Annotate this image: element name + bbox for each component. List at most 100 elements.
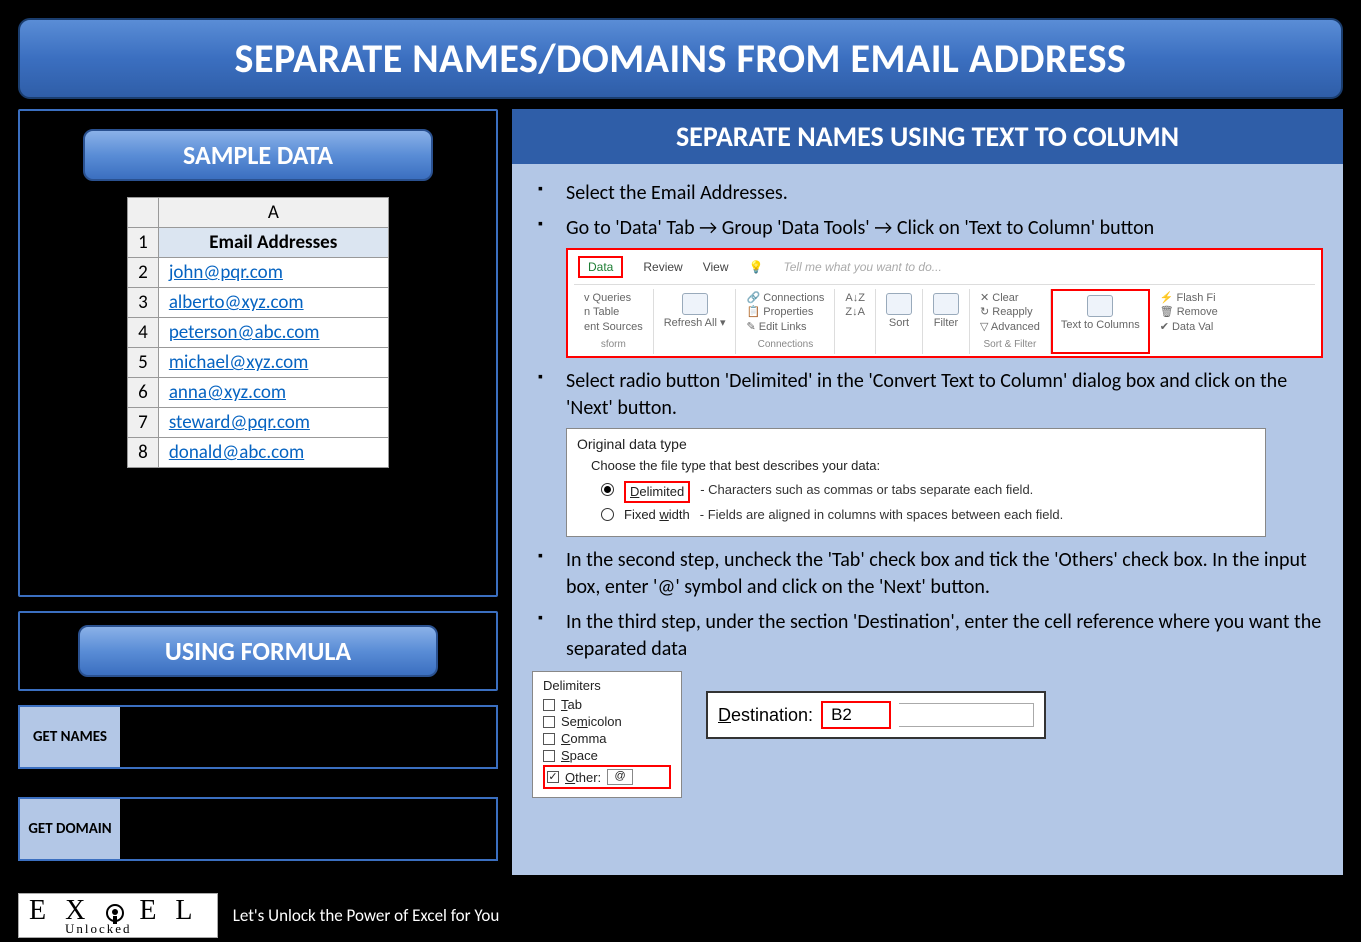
ribbon-item-label: Refresh All ▾	[664, 317, 726, 329]
row-header: 7	[128, 408, 159, 438]
ribbon-item[interactable]: ✔ Data Val	[1160, 320, 1218, 334]
email-cell: steward@pqr.com	[158, 408, 388, 438]
ribbon-item[interactable]: 🗑 Remove	[1160, 305, 1218, 319]
email-cell: michael@xyz.com	[158, 348, 388, 378]
delim-comma[interactable]: Comma	[543, 731, 671, 746]
text-to-columns-icon	[1087, 295, 1113, 317]
row-header: 1	[128, 228, 159, 258]
get-domain-body	[120, 799, 496, 859]
sort-desc-button[interactable]: Z↓A	[845, 305, 865, 319]
fixed-width-label: Fixed width	[624, 506, 690, 524]
original-data-type-dialog: Original data type Choose the file type …	[566, 428, 1266, 538]
row-header: 5	[128, 348, 159, 378]
using-formula-title: USING FORMULA	[78, 625, 438, 677]
delimiters-title: Delimiters	[543, 678, 671, 693]
ribbon-item[interactable]: 🔗 Connections	[746, 291, 824, 305]
sample-data-table: A 1 Email Addresses 2 john@pqr.com 3 alber…	[127, 197, 389, 468]
row-header: 2	[128, 258, 159, 288]
column-header-a: A	[158, 198, 388, 228]
sample-data-title: SAMPLE DATA	[83, 129, 433, 181]
keyhole-icon	[106, 904, 124, 922]
right-title: SEPARATE NAMES USING TEXT TO COLUMN	[512, 109, 1343, 164]
destination-input[interactable]: B2	[821, 701, 891, 729]
step-1: Select the Email Addresses.	[532, 180, 1323, 207]
delimiters-dialog: Delimiters Tab Semicolon Comma Space Oth…	[532, 671, 682, 798]
email-link[interactable]: donald@abc.com	[169, 441, 304, 464]
refresh-icon	[682, 293, 708, 315]
ribbon-group-sort: A↓Z Z↓A	[835, 289, 876, 353]
step-2b: Group 'Data Tools'	[722, 216, 874, 240]
dialog-subtitle: Choose the file type that best describes…	[591, 457, 1255, 475]
ribbon-item[interactable]: v Queries	[584, 291, 643, 305]
right-body: Select the Email Addresses. Go to 'Data'…	[512, 164, 1343, 875]
right-column: SEPARATE NAMES USING TEXT TO COLUMN Sele…	[512, 109, 1343, 875]
ribbon-filter-button[interactable]: Filter	[923, 289, 970, 353]
step-5: In the third step, under the section 'De…	[532, 609, 1323, 663]
email-link[interactable]: alberto@xyz.com	[169, 291, 304, 314]
step-4: In the second step, uncheck the 'Tab' ch…	[532, 547, 1323, 601]
delim-space[interactable]: Space	[543, 748, 671, 763]
fixed-width-radio[interactable]	[601, 508, 614, 521]
ribbon-group-label: Connections	[746, 338, 824, 352]
email-link[interactable]: michael@xyz.com	[169, 351, 309, 374]
ribbon-item[interactable]: ↻ Reapply	[980, 305, 1040, 319]
ribbon-item[interactable]: ✕ Clear	[980, 291, 1040, 305]
email-link[interactable]: john@pqr.com	[169, 261, 283, 284]
delimited-radio[interactable]	[601, 483, 614, 496]
ribbon-tab-review[interactable]: Review	[643, 259, 682, 275]
email-link[interactable]: anna@xyz.com	[169, 381, 286, 404]
text-to-columns-button[interactable]: Text to Columns	[1051, 289, 1150, 353]
email-cell: peterson@abc.com	[158, 318, 388, 348]
get-names-label: GET NAMES	[20, 707, 120, 767]
ribbon-group-label: Sort & Filter	[980, 338, 1040, 352]
email-cell: john@pqr.com	[158, 258, 388, 288]
delim-semicolon[interactable]: Semicolon	[543, 714, 671, 729]
fixed-width-desc: - Fields are aligned in columns with spa…	[700, 506, 1063, 524]
ribbon-item[interactable]: ⚡ Flash Fi	[1160, 291, 1218, 305]
dialog-title: Original data type	[577, 435, 1255, 454]
step-3: Select radio button 'Delimited' in the '…	[532, 368, 1323, 538]
email-header-cell: Email Addresses	[158, 228, 388, 258]
destination-label: Destination:	[718, 705, 813, 726]
lightbulb-icon: 💡	[749, 259, 764, 275]
email-link[interactable]: steward@pqr.com	[169, 411, 310, 434]
ribbon-sort-button[interactable]: Sort	[876, 289, 923, 353]
destination-field-rest[interactable]	[899, 703, 1034, 727]
ribbon-item[interactable]: n Table	[584, 305, 643, 319]
get-names-body	[120, 707, 496, 767]
ribbon-item-label: Text to Columns	[1061, 319, 1140, 331]
row-header: 6	[128, 378, 159, 408]
delim-other-input[interactable]: @	[607, 769, 633, 785]
page-title: SEPARATE NAMES/DOMAINS FROM EMAIL ADDRES…	[18, 18, 1343, 99]
get-names-row: GET NAMES	[18, 705, 498, 769]
delim-other-checkbox[interactable]	[547, 771, 559, 783]
get-domain-row: GET DOMAIN	[18, 797, 498, 861]
email-link[interactable]: peterson@abc.com	[169, 321, 320, 344]
arrow-icon: →	[699, 215, 717, 242]
email-cell: donald@abc.com	[158, 438, 388, 468]
delimited-label: Delimited	[624, 481, 690, 503]
step-3-text: Select radio button 'Delimited' in the '…	[566, 369, 1287, 420]
sort-asc-button[interactable]: A↓Z	[845, 291, 865, 305]
ribbon-item[interactable]: ✎ Edit Links	[746, 320, 824, 334]
ribbon-item-label: Filter	[933, 317, 959, 329]
email-cell: alberto@xyz.com	[158, 288, 388, 318]
ribbon-group-refresh[interactable]: Refresh All ▾	[654, 289, 737, 353]
row-header: 4	[128, 318, 159, 348]
sample-data-panel: SAMPLE DATA A 1 Email Addresses 2 john@pq…	[18, 109, 498, 597]
tell-me-search[interactable]: Tell me what you want to do...	[783, 259, 941, 275]
delim-tab[interactable]: Tab	[543, 697, 671, 712]
ribbon-item[interactable]: ent Sources	[584, 320, 643, 334]
email-cell: anna@xyz.com	[158, 378, 388, 408]
sort-icon	[886, 293, 912, 315]
ribbon-tab-view[interactable]: View	[703, 259, 729, 275]
arrow-icon: →	[874, 215, 892, 242]
left-column: SAMPLE DATA A 1 Email Addresses 2 john@pq…	[18, 109, 498, 875]
ribbon-tab-data[interactable]: Data	[578, 256, 623, 278]
ribbon-item[interactable]: 📋 Properties	[746, 305, 824, 319]
ribbon-group-datatools: ⚡ Flash Fi 🗑 Remove ✔ Data Val	[1150, 289, 1228, 353]
ribbon-item[interactable]: ▽ Advanced	[980, 320, 1040, 334]
row-header: 3	[128, 288, 159, 318]
destination-box: Destination: B2	[706, 691, 1046, 739]
ribbon-item-label: Sort	[886, 317, 912, 329]
